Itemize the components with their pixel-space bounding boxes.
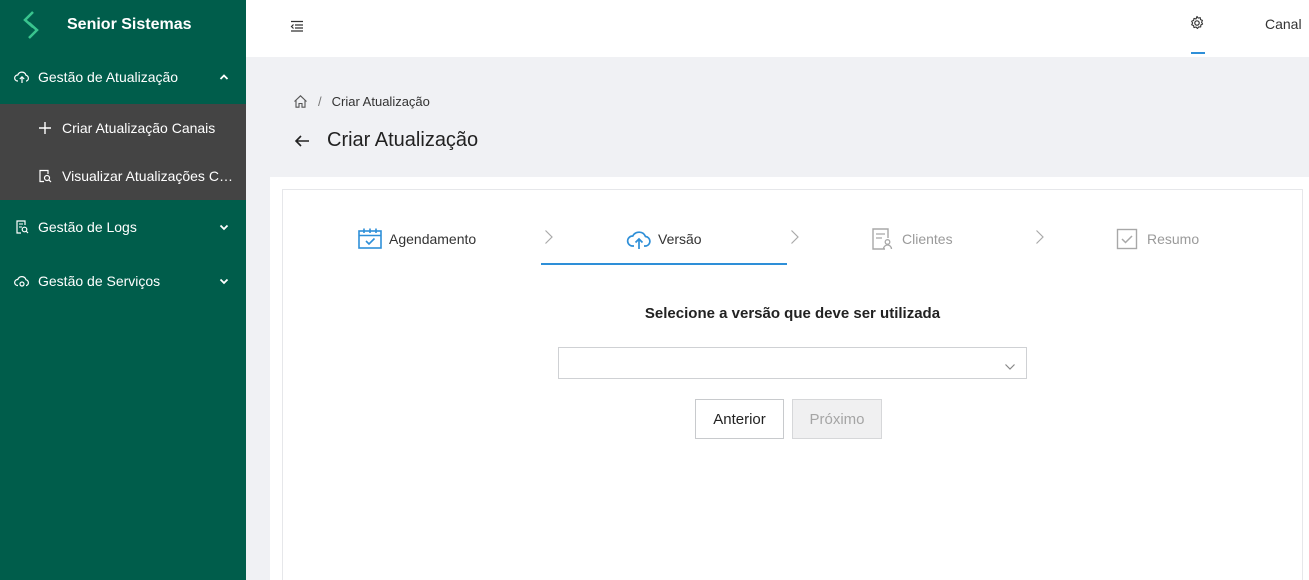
client-document-icon	[870, 227, 896, 251]
step-separator-chevron-icon	[790, 229, 800, 245]
senior-logo-icon	[20, 10, 42, 40]
brand-name: Senior Sistemas	[67, 16, 192, 33]
chevron-down-icon	[218, 275, 230, 287]
breadcrumb-separator: /	[318, 94, 322, 109]
next-button[interactable]: Próximo	[792, 399, 882, 439]
sidebar-submenu: Criar Atualização Canais Visualizar Atua…	[0, 104, 246, 200]
active-step-indicator	[541, 263, 787, 265]
step-separator-chevron-icon	[1035, 229, 1045, 245]
step-label: Versão	[658, 231, 702, 247]
chevron-up-icon	[218, 71, 230, 83]
settings-active-indicator	[1191, 52, 1205, 54]
sidebar: Senior Sistemas Gestão de Atualização Cr…	[0, 0, 246, 580]
sidebar-group-gestao-servicos[interactable]: Gestão de Serviços	[0, 254, 246, 308]
sidebar-item-visualizar-atualizacoes[interactable]: Visualizar Atualizações Canais	[0, 152, 246, 200]
checkbox-icon	[1115, 227, 1141, 251]
gear-icon	[1189, 15, 1205, 57]
sidebar-group-label: Gestão de Atualização	[38, 69, 179, 85]
topbar: Canal	[246, 0, 1309, 57]
sidebar-group-gestao-logs[interactable]: Gestão de Logs	[0, 200, 246, 254]
version-select[interactable]	[558, 347, 1027, 379]
menu-collapse-icon[interactable]	[289, 18, 305, 34]
sidebar-item-criar-atualizacao[interactable]: Criar Atualização Canais	[0, 104, 246, 152]
step-label: Resumo	[1147, 231, 1200, 247]
cloud-upload-icon	[14, 69, 30, 85]
step-clientes[interactable]: Clientes	[870, 227, 953, 251]
step-resumo[interactable]: Resumo	[1115, 227, 1199, 251]
plus-icon	[38, 121, 52, 135]
step-label: Clientes	[902, 231, 953, 247]
sidebar-item-label: Visualizar Atualizações Canais	[62, 168, 240, 184]
sidebar-group-gestao-atualizacao[interactable]: Gestão de Atualização	[0, 50, 246, 104]
sidebar-group-label: Gestão de Logs	[38, 219, 137, 235]
breadcrumb-current: Criar Atualização	[331, 94, 430, 109]
user-menu[interactable]: Canal	[1265, 16, 1302, 32]
cloud-upload-icon	[626, 227, 652, 251]
breadcrumb: / Criar Atualização	[293, 94, 430, 109]
home-icon[interactable]	[293, 94, 308, 109]
sidebar-group-label: Gestão de Serviços	[38, 273, 161, 289]
step-separator-chevron-icon	[544, 229, 554, 245]
previous-button[interactable]: Anterior	[695, 399, 784, 439]
step-label: Agendamento	[389, 231, 477, 247]
log-document-icon	[14, 219, 30, 235]
settings-button[interactable]	[1182, 0, 1212, 57]
step-versao[interactable]: Versão	[626, 227, 702, 251]
calendar-check-icon	[357, 227, 383, 251]
page-header: Criar Atualização	[293, 129, 478, 152]
sidebar-item-label: Criar Atualização Canais	[62, 120, 216, 136]
cloud-sync-icon	[14, 273, 30, 289]
brand[interactable]: Senior Sistemas	[0, 0, 246, 50]
search-document-icon	[38, 169, 52, 183]
page-title: Criar Atualização	[327, 129, 479, 151]
chevron-down-icon	[218, 221, 230, 233]
chevron-down-icon	[1004, 359, 1016, 370]
step-agendamento[interactable]: Agendamento	[357, 227, 476, 251]
arrow-left-icon[interactable]	[293, 132, 311, 150]
version-question: Selecione a versão que deve ser utilizad…	[644, 305, 941, 322]
